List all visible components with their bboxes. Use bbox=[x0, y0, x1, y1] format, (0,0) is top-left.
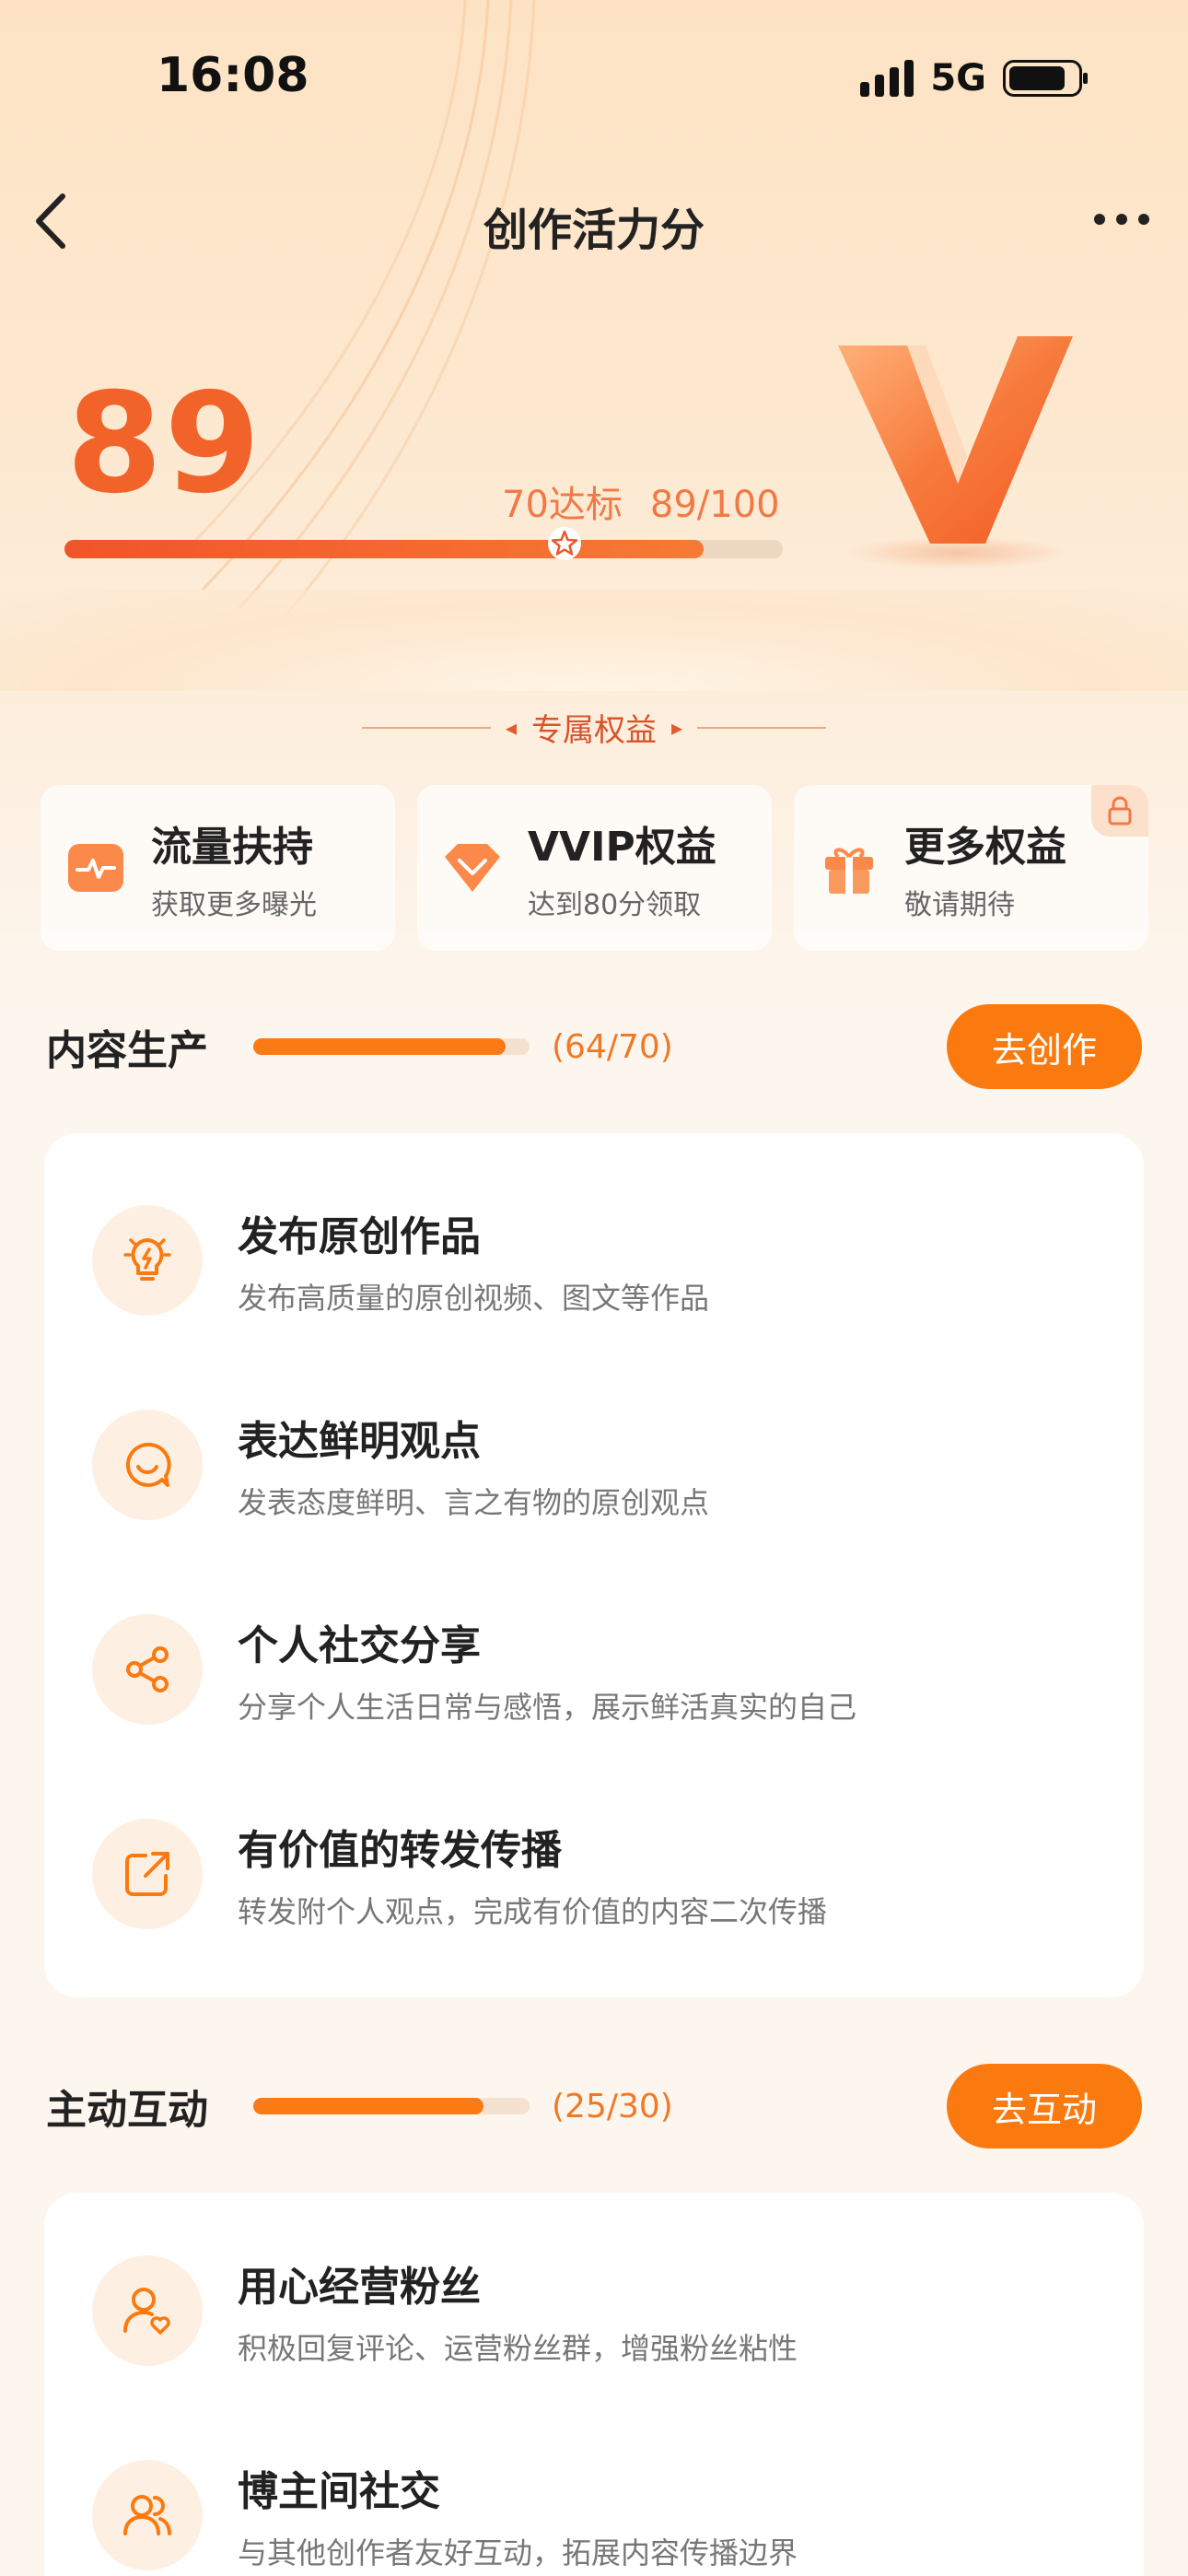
lock-icon bbox=[1108, 796, 1132, 825]
benefit-card-more[interactable]: 更多权益 敬请期待 bbox=[794, 785, 1148, 951]
benefits-divider: ◂ 专属权益 ▸ bbox=[0, 705, 1188, 750]
user-heart-icon bbox=[123, 2288, 170, 2335]
section-title: 内容生产 bbox=[46, 1027, 208, 1074]
go-create-button[interactable]: 去创作 bbox=[947, 1004, 1142, 1089]
status-icons: 5G bbox=[860, 57, 1088, 100]
item-desc: 分享个人生活日常与感悟，展示鲜活真实的自己 bbox=[238, 1690, 857, 1725]
section-progress-bar bbox=[253, 1038, 530, 1055]
item-title: 有价值的转发传播 bbox=[238, 1827, 562, 1874]
item-desc: 转发附个人观点，完成有价值的内容二次传播 bbox=[238, 1894, 828, 1929]
list-item[interactable]: 表达鲜明观点 发表态度鲜明、言之有物的原创观点 bbox=[92, 1408, 709, 1522]
item-title: 发布原创作品 bbox=[238, 1213, 481, 1260]
users-icon bbox=[123, 2495, 171, 2535]
score-progress-fill bbox=[64, 540, 705, 558]
share-icon bbox=[126, 1646, 169, 1692]
gift-icon bbox=[825, 848, 873, 894]
list-item[interactable]: 个人社交分享 分享个人生活日常与感悟，展示鲜活真实的自己 bbox=[92, 1612, 856, 1727]
page-title: 创作活力分 bbox=[483, 205, 705, 256]
benefit-subtitle: 达到80分领取 bbox=[528, 889, 702, 921]
score-value: 89 bbox=[66, 364, 262, 524]
content-task-card: 发布原创作品 发布高质量的原创视频、图文等作品 表达鲜明观点 发表态度鲜明、言之… bbox=[44, 1133, 1144, 1997]
interaction-task-card: 用心经营粉丝 积极回复评论、运营粉丝群，增强粉丝粘性 博主间社交 与其他创作者友… bbox=[44, 2193, 1144, 2576]
item-desc: 发布高质量的原创视频、图文等作品 bbox=[238, 1281, 710, 1316]
list-item[interactable]: 有价值的转发传播 转发附个人观点，完成有价值的内容二次传播 bbox=[92, 1817, 827, 1931]
signal-icon bbox=[860, 60, 914, 97]
chat-smile-icon bbox=[125, 1442, 171, 1487]
network-type: 5G bbox=[930, 57, 986, 100]
benefits-label: 专属权益 bbox=[531, 712, 657, 749]
benefit-subtitle: 敬请期待 bbox=[904, 889, 1015, 921]
v-logo-icon bbox=[838, 336, 1073, 569]
item-title: 用心经营粉丝 bbox=[238, 2264, 481, 2311]
section-count: (25/30) bbox=[552, 2087, 673, 2125]
benefit-card-traffic[interactable]: 流量扶持 获取更多曝光 bbox=[41, 785, 395, 951]
section-count: (64/70) bbox=[552, 1027, 673, 1066]
item-title: 表达鲜明观点 bbox=[238, 1418, 481, 1465]
benefit-card-vvip[interactable]: VVIP权益 达到80分领取 bbox=[417, 785, 772, 951]
benefit-title: 更多权益 bbox=[904, 824, 1066, 871]
list-item[interactable]: 发布原创作品 发布高质量的原创视频、图文等作品 bbox=[92, 1203, 709, 1317]
item-desc: 积极回复评论、运营粉丝群，增强粉丝粘性 bbox=[238, 2331, 798, 2366]
target-star-icon bbox=[548, 527, 581, 560]
pulse-icon bbox=[68, 844, 123, 892]
section-title: 主动互动 bbox=[46, 2087, 208, 2134]
progress-label: 89/100 bbox=[649, 484, 780, 526]
score-progress-bar bbox=[64, 540, 783, 558]
battery-icon bbox=[1003, 60, 1088, 97]
section-progress-bar bbox=[253, 2098, 530, 2114]
lock-badge bbox=[1091, 785, 1148, 837]
target-label: 70达标 bbox=[502, 484, 623, 526]
more-icon[interactable] bbox=[1094, 214, 1149, 225]
interaction-section-header: 主动互动 (25/30) 去互动 bbox=[46, 2064, 1142, 2149]
item-desc: 发表态度鲜明、言之有物的原创观点 bbox=[238, 1485, 710, 1520]
hero-wave bbox=[0, 590, 1188, 691]
forward-icon bbox=[125, 1852, 169, 1896]
lightbulb-icon bbox=[123, 1238, 171, 1281]
benefits-row: 流量扶持 获取更多曝光 VVIP权益 达到80分领取 更多权益 敬请期待 bbox=[41, 785, 1148, 951]
list-item[interactable]: 博主间社交 与其他创作者友好互动，拓展内容传播边界 bbox=[92, 2458, 798, 2572]
go-interact-button[interactable]: 去互动 bbox=[947, 2064, 1142, 2149]
diamond-icon bbox=[445, 844, 500, 892]
item-title: 个人社交分享 bbox=[238, 1622, 481, 1669]
content-section-header: 内容生产 (64/70) 去创作 bbox=[46, 1004, 1142, 1089]
benefit-title: VVIP权益 bbox=[528, 824, 716, 871]
list-item[interactable]: 用心经营粉丝 积极回复评论、运营粉丝群，增强粉丝粘性 bbox=[92, 2254, 798, 2368]
item-desc: 与其他创作者友好互动，拓展内容传播边界 bbox=[238, 2535, 798, 2570]
benefit-subtitle: 获取更多曝光 bbox=[151, 889, 317, 921]
score-meta: 70达标 89/100 bbox=[502, 474, 780, 528]
item-title: 博主间社交 bbox=[238, 2468, 440, 2515]
status-time: 16:08 bbox=[157, 48, 309, 103]
benefit-title: 流量扶持 bbox=[151, 824, 313, 871]
